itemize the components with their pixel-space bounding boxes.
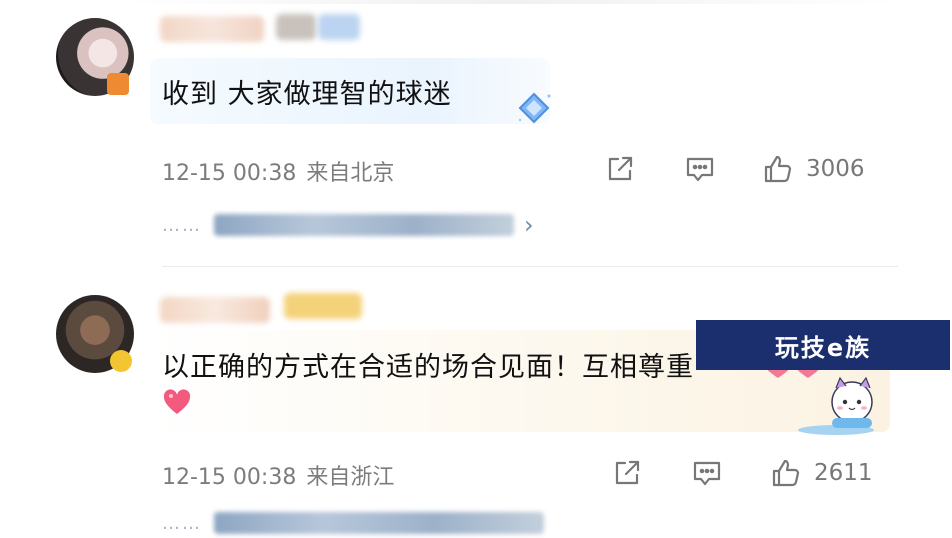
comment-time: 12-15 00:38 <box>162 161 297 186</box>
top-divider <box>120 0 900 4</box>
share-icon <box>615 460 640 485</box>
username-blurred[interactable] <box>160 297 270 323</box>
share-button[interactable] <box>611 457 643 489</box>
view-replies-link[interactable]: …… <box>162 508 544 538</box>
like-icon <box>764 155 792 183</box>
view-replies-link[interactable]: …… › <box>162 210 534 240</box>
like-button[interactable]: 3006 <box>762 153 865 185</box>
comment-icon <box>693 461 721 486</box>
reply-prefix: …… <box>162 512 202 534</box>
diamond-icon <box>518 92 551 124</box>
username-blurred[interactable] <box>160 16 264 42</box>
user-level-badge-blurred <box>318 14 360 40</box>
share-icon <box>608 156 633 181</box>
like-button[interactable]: 2611 <box>770 457 873 489</box>
comment-meta: 12-15 00:38 来自浙江 <box>162 459 394 491</box>
like-count: 2611 <box>814 460 873 486</box>
comment-icon <box>686 157 714 182</box>
comment-time: 12-15 00:38 <box>162 465 297 490</box>
reply-button[interactable] <box>684 153 716 185</box>
user-badge-blurred <box>276 14 316 40</box>
user-level-badge-blurred <box>284 293 362 319</box>
comment-location: 来自北京 <box>306 161 395 186</box>
reply-summary-blurred <box>214 214 514 236</box>
like-count: 3006 <box>806 156 865 182</box>
comment-text: 收到 大家做理智的球迷 <box>162 79 452 110</box>
chevron-right-icon: › <box>524 211 534 239</box>
verified-badge-icon <box>107 73 129 95</box>
cat-sticker-icon <box>798 376 874 435</box>
like-icon <box>772 459 800 487</box>
comment-text: 以正确的方式在合适的场合见面！互相尊重 <box>162 352 694 383</box>
reply-button[interactable] <box>691 457 723 489</box>
verified-badge-icon <box>110 350 132 372</box>
share-button[interactable] <box>604 153 636 185</box>
comment-list: 收到 大家做理智的球迷 12-15 00:38 来自北京 3006 …… › 以… <box>0 0 952 538</box>
watermark-banner: 玩技e族 <box>696 320 950 370</box>
watermark-text: 玩技e族 <box>774 333 872 362</box>
reply-prefix: …… <box>162 214 202 236</box>
reply-summary-blurred <box>214 512 544 534</box>
heart-icon <box>163 389 191 414</box>
comment-location: 来自浙江 <box>306 465 395 490</box>
comment-meta: 12-15 00:38 来自北京 <box>162 155 394 187</box>
comment-divider <box>162 266 898 267</box>
